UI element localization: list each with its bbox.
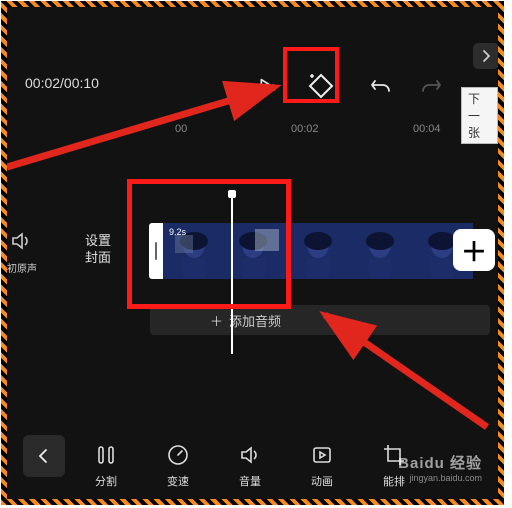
tool-split[interactable]: 分割 [85,443,127,489]
tool-row: 分割 变速 音量 [85,443,415,489]
video-clip[interactable] [149,223,498,279]
watermark: Baidu 经验 jingyan.baidu.com [398,452,482,483]
add-clip-button[interactable]: ＋ [453,229,495,271]
timeline-ruler: 00 00:02 00:04 [7,123,498,143]
mute-label: 初原声 [7,260,43,275]
ruler-tick-2: 00:02 [291,123,319,135]
ruler-tick-4: 00:04 [413,123,441,135]
playback-time: 00:02/00:10 [25,75,99,91]
undo-button[interactable] [365,70,397,102]
cover-label-1: 设置 [85,233,111,248]
bottombar: 分割 变速 音量 [7,427,498,493]
clip-thumbnail [287,223,349,279]
tool-volume[interactable]: 音量 [229,443,271,489]
clip-left-handle[interactable] [149,223,163,279]
redo-button[interactable] [415,70,447,102]
undo-icon [369,74,393,98]
back-button[interactable] [23,435,65,477]
set-cover-button[interactable]: 设置 封面 [69,225,127,275]
topbar: 00:02/00:10 [7,65,498,105]
watermark-main: Baidu 经验 [398,452,482,473]
forward-button[interactable] [473,43,498,69]
clip-thumbnail [225,223,287,279]
anim-icon [310,443,334,467]
split-icon [94,443,118,467]
tool-label: 变速 [167,473,189,489]
mute-original-audio-button[interactable]: 初原声 [7,231,43,275]
clip-thumbnail [349,223,411,279]
chevron-left-icon [35,447,53,465]
volume-icon [238,443,262,467]
ruler-tick-0: 00 [175,123,187,135]
tool-label: 音量 [239,473,261,489]
tool-label: 动画 [311,473,333,489]
chevron-right-icon [478,48,494,64]
speaker-mute-icon [10,231,34,251]
add-audio-button[interactable]: ＋ 添加音频 [150,305,490,335]
tutorial-frame: 00:02/00:10 [1,1,504,505]
video-editor-app: 00:02/00:10 [7,7,498,499]
keyframe-add-icon [306,71,336,101]
clip-duration-label: 9.2s [169,227,186,237]
play-button[interactable] [249,70,281,102]
watermark-sub: jingyan.baidu.com [398,473,482,483]
playhead[interactable] [231,194,233,354]
keyframe-button[interactable] [305,70,337,102]
tool-speed[interactable]: 变速 [157,443,199,489]
speed-icon [166,443,190,467]
add-audio-label: 添加音频 [229,311,281,330]
redo-icon [419,74,443,98]
tool-animation[interactable]: 动画 [301,443,343,489]
plus-icon: ＋ [461,232,487,269]
cover-label-2: 封面 [85,250,111,265]
play-icon [254,75,276,97]
tool-label: 分割 [95,473,117,489]
plus-small-icon: ＋ [210,311,223,330]
